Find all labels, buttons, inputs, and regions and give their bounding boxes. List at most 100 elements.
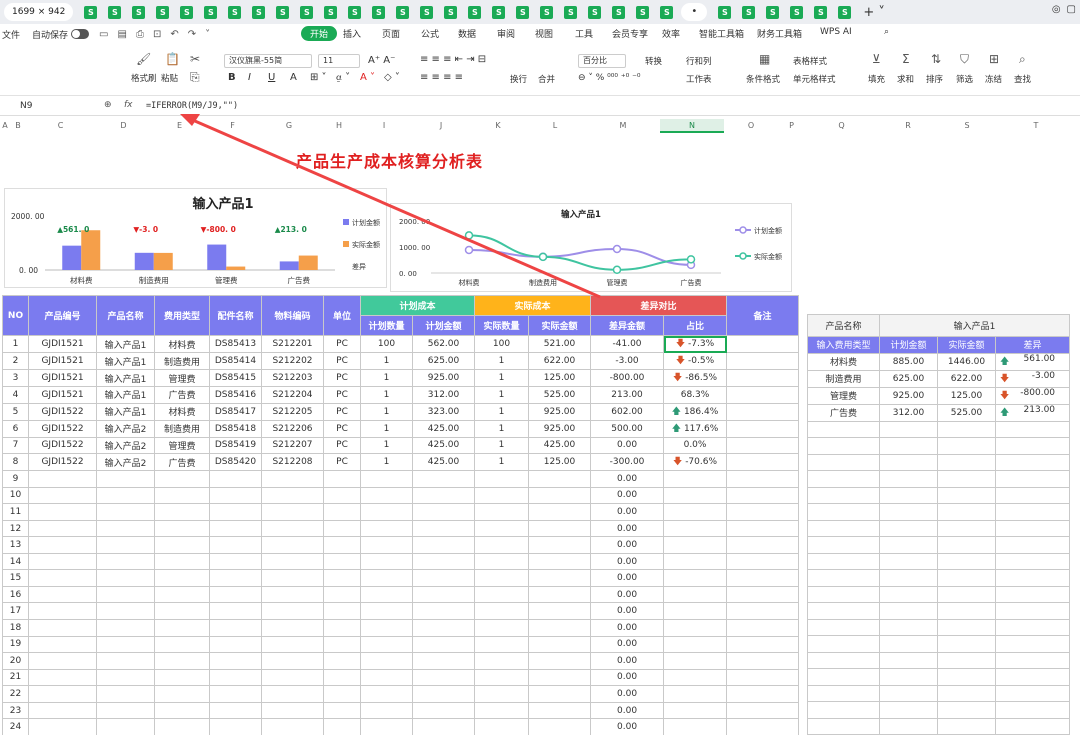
autosave-toggle[interactable]: [71, 29, 90, 39]
summary-cell-empty[interactable]: [879, 717, 938, 735]
sheet-tab-icon[interactable]: S: [348, 5, 362, 19]
format-painter-icon[interactable]: 🖌: [136, 52, 151, 66]
filter-icon[interactable]: ⛉: [960, 52, 969, 67]
summary-cell-empty[interactable]: [807, 437, 880, 455]
cell-act-qty[interactable]: 1: [474, 402, 530, 421]
cell-empty[interactable]: [28, 635, 97, 654]
cell-empty[interactable]: [411, 652, 476, 670]
cell-empty[interactable]: [726, 486, 800, 505]
sheet-tab-icon[interactable]: S: [180, 5, 194, 19]
sheet-tab-icon[interactable]: S: [396, 5, 410, 19]
summary-cell-empty[interactable]: [937, 701, 996, 719]
align-left-icon[interactable]: ≡ ≡ ≡ ≡: [420, 72, 463, 83]
summary-cell-empty[interactable]: [994, 684, 1071, 702]
summary-cell-empty[interactable]: [994, 437, 1071, 455]
cell-diff-amt[interactable]: -3.00: [590, 352, 665, 370]
cell-code[interactable]: GJDI1521: [28, 386, 97, 404]
cell-empty[interactable]: [411, 569, 476, 587]
cell-name[interactable]: 输入产品1: [96, 352, 155, 370]
sheet-tab-icon[interactable]: S: [636, 5, 650, 19]
cell-empty[interactable]: [360, 552, 413, 571]
cell-empty[interactable]: [28, 602, 97, 621]
summary-cell-empty[interactable]: [807, 519, 880, 537]
freeze-icon[interactable]: ⊞: [989, 52, 999, 66]
summary-cell-empty[interactable]: [879, 437, 938, 455]
cell-empty[interactable]: [411, 552, 476, 571]
cell-material[interactable]: S212208: [261, 453, 324, 472]
cell-empty[interactable]: [726, 668, 800, 687]
summary-cell-empty[interactable]: [879, 536, 938, 554]
sheet-tab-icon[interactable]: S: [660, 5, 674, 19]
summary-cell-empty[interactable]: [807, 618, 880, 636]
cell-act-amt[interactable]: 925.00: [528, 402, 592, 421]
cell-empty[interactable]: [209, 602, 262, 621]
fill-color-icon[interactable]: ⍶ ˅: [336, 72, 350, 83]
summary-cell-empty[interactable]: [879, 503, 938, 521]
paste-icon[interactable]: 📋: [165, 52, 180, 66]
cell-material[interactable]: S212205: [261, 402, 324, 421]
cell-empty[interactable]: [96, 470, 155, 488]
cell-diff-amt[interactable]: 602.00: [590, 402, 665, 421]
summary-cell-empty[interactable]: [994, 420, 1071, 438]
cell-empty[interactable]: [474, 668, 530, 687]
summary-cell-empty[interactable]: [937, 585, 996, 603]
cell-empty[interactable]: [261, 668, 324, 687]
cell-empty[interactable]: [411, 486, 476, 505]
cell-empty[interactable]: [209, 635, 262, 654]
cell-empty[interactable]: [474, 585, 530, 604]
cell-note[interactable]: [726, 335, 800, 353]
find-icon[interactable]: ⌕: [1019, 52, 1026, 67]
cell-code[interactable]: GJDI1521: [28, 369, 97, 387]
summary-cell-empty[interactable]: [994, 453, 1071, 471]
cell-empty[interactable]: [261, 602, 324, 621]
cell-code[interactable]: GJDI1522: [28, 402, 97, 421]
cell-plan-qty[interactable]: 1: [360, 402, 413, 421]
summary-cell-empty[interactable]: [994, 470, 1071, 488]
restore-icon[interactable]: ▢: [1067, 4, 1076, 15]
cell-empty[interactable]: [663, 619, 728, 637]
cell-empty[interactable]: [360, 536, 413, 554]
cell-plan-qty[interactable]: 1: [360, 419, 413, 438]
cell-part[interactable]: DS85416: [209, 386, 262, 404]
cell-empty[interactable]: [209, 470, 262, 488]
summary-cell-empty[interactable]: [879, 602, 938, 620]
summary-product-value[interactable]: 输入产品1: [878, 314, 1071, 337]
column-header-L[interactable]: L: [524, 119, 586, 133]
cell-no[interactable]: 2: [2, 352, 29, 370]
summary-cell-empty[interactable]: [994, 519, 1071, 537]
cell-empty[interactable]: [663, 503, 728, 521]
worksheet-button[interactable]: 工作表: [686, 73, 712, 85]
cell-empty[interactable]: [726, 602, 800, 621]
cell-empty[interactable]: [411, 668, 476, 687]
cell-empty[interactable]: [323, 652, 361, 670]
cell-no[interactable]: 21: [2, 668, 29, 687]
cell-act-qty[interactable]: 1: [474, 352, 530, 370]
summary-cell-empty[interactable]: [807, 420, 880, 438]
cell-empty[interactable]: [360, 519, 413, 538]
more-quick-icon[interactable]: ˅: [205, 29, 210, 40]
summary-cell-empty[interactable]: [994, 602, 1071, 620]
summary-cell-empty[interactable]: [807, 552, 880, 570]
cell-empty[interactable]: [411, 585, 476, 604]
paste-button[interactable]: 粘贴: [161, 72, 178, 84]
column-header-G[interactable]: G: [258, 119, 320, 133]
cell-empty[interactable]: [209, 718, 262, 735]
cell-empty[interactable]: [663, 652, 728, 670]
summary-cell-empty[interactable]: [879, 519, 938, 537]
cell-empty[interactable]: [28, 470, 97, 488]
cell-empty[interactable]: [474, 470, 530, 488]
summary-cell-empty[interactable]: [807, 635, 880, 653]
sheet-tab-icon[interactable]: S: [742, 5, 756, 19]
cell-empty[interactable]: [726, 685, 800, 703]
cell-act-qty[interactable]: 1: [474, 436, 530, 455]
border-icon[interactable]: ⊞ ˅: [310, 72, 327, 83]
sheet-tab-icon[interactable]: S: [84, 5, 98, 19]
cell-plan-amt[interactable]: 562.00: [411, 335, 476, 353]
cell-empty[interactable]: [323, 536, 361, 554]
cell-empty[interactable]: [528, 486, 592, 505]
cell-empty[interactable]: [28, 486, 97, 505]
cell-empty[interactable]: [528, 652, 592, 670]
cell-empty[interactable]: [261, 503, 324, 521]
column-header-J[interactable]: J: [410, 119, 472, 133]
cell-empty[interactable]: [28, 619, 97, 637]
